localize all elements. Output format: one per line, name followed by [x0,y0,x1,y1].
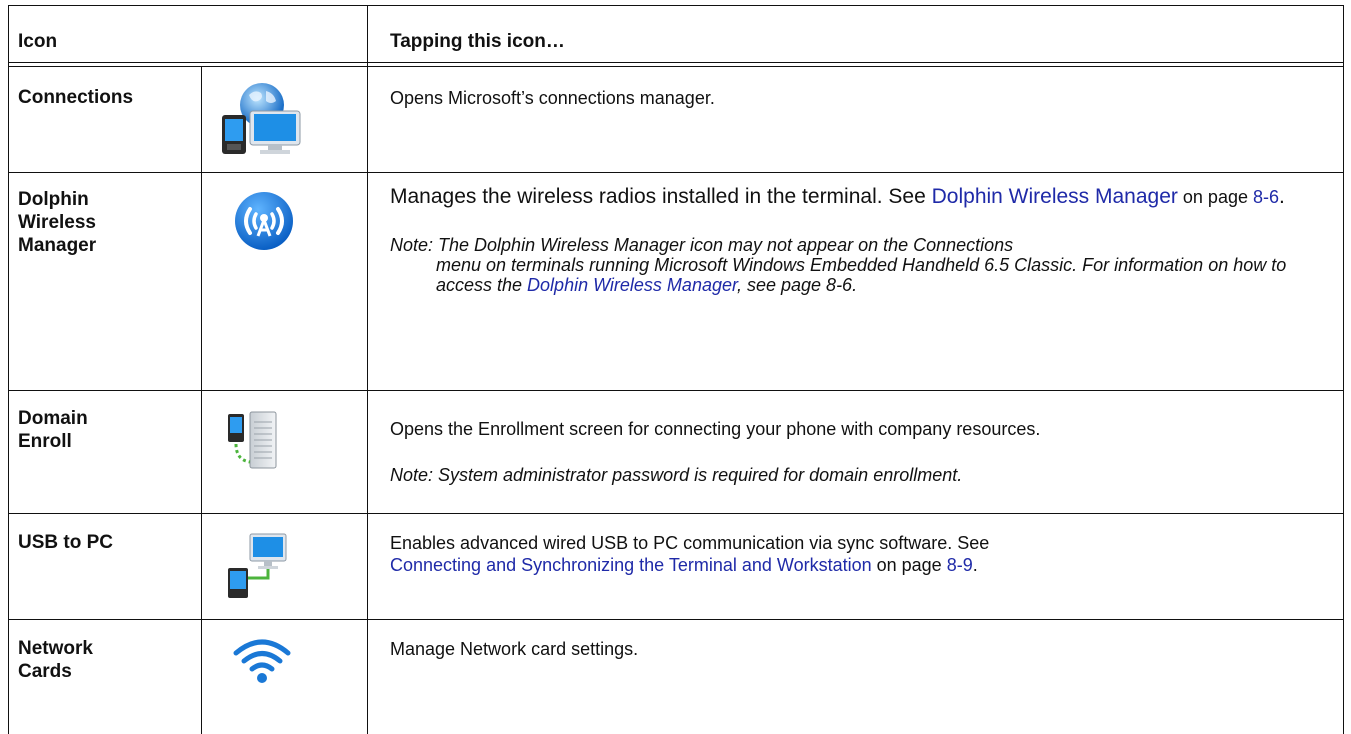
row-network-cards-name: Network Cards [18,638,93,682]
link-connecting-synchronizing[interactable]: Connecting and Synchronizing the Termina… [390,555,872,575]
usb-phone-pc-icon [224,532,288,605]
row-network-cards-desc: Manage Network card settings. [390,639,639,659]
header-tapping: Tapping this icon… [390,31,565,52]
wireless-radio-icon [233,190,295,257]
row-usb-to-pc-desc: Enables advanced wired USB to PC communi… [390,533,990,575]
row-usb-to-pc-name: USB to PC [18,532,113,553]
row-connections-name: Connections [18,87,134,108]
phone-server-icon [226,410,282,477]
row-dolphin-name: Dolphin Wireless Manager [18,189,97,256]
row-dolphin-note: Note: The Dolphin Wireless Manager icon … [390,235,1287,295]
row-domain-enroll-note: Note: System administrator password is r… [390,465,963,485]
header-icon: Icon [18,31,58,52]
row-domain-enroll-name: Domain Enroll [18,408,88,452]
row-domain-enroll-desc: Opens the Enrollment screen for connecti… [390,419,1041,439]
globe-phone-monitor-icon [216,81,306,161]
icon-table: Icon Tapping this icon… Connections Open… [8,5,1344,734]
link-dolphin-wireless-manager[interactable]: Dolphin Wireless Manager [932,185,1178,208]
link-page-8-6[interactable]: 8-6 [1253,187,1279,207]
note-link-dolphin-wireless-manager[interactable]: Dolphin Wireless Manager [527,275,737,295]
row-connections-desc: Opens Microsoft’s connections manager. [390,88,715,108]
link-page-8-9[interactable]: 8-9 [947,555,973,575]
row-dolphin-desc: Manages the wireless radios installed in… [390,185,1285,208]
wifi-icon [232,635,292,690]
